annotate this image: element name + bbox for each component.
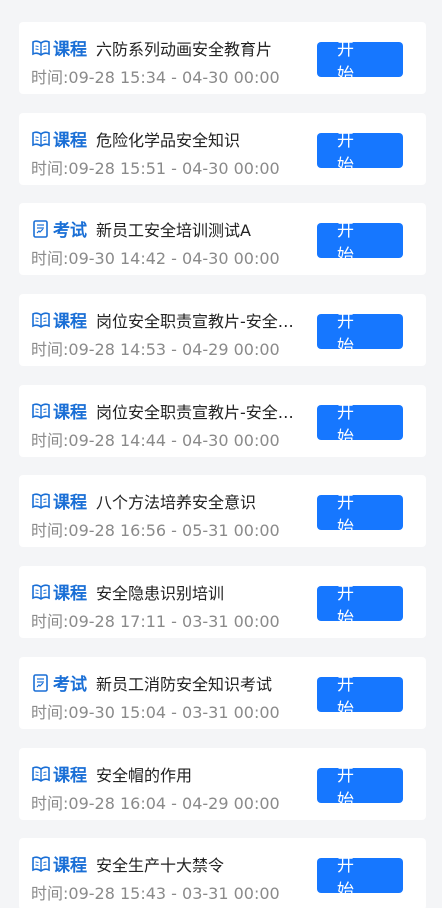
item-title: 危险化学品安全知识 — [96, 130, 241, 150]
item-time: 时间:09-30 14:42 - 04-30 00:00 — [31, 249, 280, 268]
start-button[interactable]: 开 始 — [317, 584, 403, 629]
list-item[interactable]: 课程 安全生产十大禁令时间:09-28 15:43 - 03-31 00:00 开 … — [19, 838, 426, 908]
start-button[interactable]: 开 始 — [317, 221, 403, 266]
item-type-label: 课程 — [53, 403, 87, 423]
start-button[interactable]: 开 始 — [317, 493, 403, 538]
item-type-label: 课程 — [53, 40, 87, 60]
item-title: 岗位安全职责宣教片-安全… — [96, 402, 294, 422]
open-book-icon — [31, 765, 51, 783]
open-book-icon — [31, 402, 51, 420]
item-header: 课程 安全帽的作用 — [31, 761, 192, 786]
item-title: 安全隐患识别培训 — [96, 583, 225, 603]
list-item[interactable]: 课程 岗位安全职责宣教片-安全… 时间:09-28 14:53 - 04-29 00… — [19, 294, 426, 366]
start-button[interactable]: 开 始 — [317, 675, 403, 720]
item-header: 课程 岗位安全职责宣教片-安全… — [31, 307, 294, 332]
item-header: 课程 安全生产十大禁令 — [31, 851, 224, 876]
item-header: 课程 岗位安全职责宣教片-安全… — [31, 398, 294, 423]
start-button[interactable]: 开 始 — [317, 312, 403, 357]
item-title: 安全帽的作用 — [96, 765, 193, 785]
start-button[interactable]: 开 始 — [317, 403, 403, 448]
item-time: 时间:09-28 16:56 - 05-31 00:00 — [31, 521, 280, 540]
list-item[interactable]: 课程 安全隐患识别培训时间:09-28 17:11 - 03-31 00:00 开 … — [19, 566, 426, 638]
item-time: 时间:09-28 15:34 - 04-30 00:00 — [31, 68, 280, 87]
item-type-label: 课程 — [53, 766, 87, 786]
item-type-label: 课程 — [53, 856, 87, 876]
item-title: 八个方法培养安全意识 — [96, 492, 257, 512]
open-book-icon — [31, 39, 51, 57]
item-header: 课程 危险化学品安全知识 — [31, 126, 240, 151]
start-button[interactable]: 开 始 — [317, 131, 403, 176]
item-type-label: 考试 — [53, 675, 87, 695]
open-book-icon — [31, 492, 51, 510]
list-item[interactable]: 课程 安全帽的作用时间:09-28 16:04 - 04-29 00:00 开 始 — [19, 748, 426, 820]
item-time: 时间:09-28 15:43 - 03-31 00:00 — [31, 884, 280, 903]
item-type-label: 课程 — [53, 584, 87, 604]
item-header: 考试 新员工消防安全知识考试 — [31, 670, 272, 695]
list-item[interactable]: 课程 岗位安全职责宣教片-安全… 时间:09-28 14:44 - 04-30 00… — [19, 385, 426, 457]
item-header: 课程 八个方法培养安全意识 — [31, 488, 256, 513]
open-book-icon — [31, 583, 51, 601]
item-type-label: 课程 — [53, 493, 87, 513]
item-time: 时间:09-28 14:53 - 04-29 00:00 — [31, 340, 280, 359]
item-title: 安全生产十大禁令 — [96, 855, 225, 875]
item-header: 课程 安全隐患识别培训 — [31, 579, 224, 604]
item-time: 时间:09-28 16:04 - 04-29 00:00 — [31, 794, 280, 813]
list-item[interactable]: 考试 新员工安全培训测试A 时间:09-30 14:42 - 04-30 00:00… — [19, 203, 426, 275]
list-item[interactable]: 考试 新员工消防安全知识考试时间:09-30 15:04 - 03-31 00:0… — [19, 657, 426, 729]
open-book-icon — [31, 855, 51, 873]
item-time: 时间:09-28 14:44 - 04-30 00:00 — [31, 431, 280, 450]
exam-paper-icon — [31, 673, 51, 692]
exam-paper-icon — [31, 219, 51, 238]
item-time: 时间:09-28 15:51 - 04-30 00:00 — [31, 159, 280, 178]
list-item[interactable]: 课程 六防系列动画安全教育片时间:09-28 15:34 - 04-30 00:0… — [19, 22, 426, 94]
item-title: 新员工消防安全知识考试 — [96, 674, 273, 694]
list-item[interactable]: 课程 危险化学品安全知识时间:09-28 15:51 - 04-30 00:00 开… — [19, 113, 426, 185]
open-book-icon — [31, 130, 51, 148]
open-book-icon — [31, 311, 51, 329]
start-button[interactable]: 开 始 — [317, 40, 403, 85]
start-button[interactable]: 开 始 — [317, 856, 403, 901]
item-title: 岗位安全职责宣教片-安全… — [96, 311, 294, 331]
item-type-label: 课程 — [53, 131, 87, 151]
item-title: 六防系列动画安全教育片 — [96, 39, 273, 59]
item-type-label: 课程 — [53, 312, 87, 332]
item-title: 新员工安全培训测试A — [96, 220, 251, 240]
list-item[interactable]: 课程 八个方法培养安全意识时间:09-28 16:56 - 05-31 00:00… — [19, 475, 426, 547]
item-time: 时间:09-28 17:11 - 03-31 00:00 — [31, 612, 280, 631]
start-button[interactable]: 开 始 — [317, 766, 403, 811]
item-header: 课程 六防系列动画安全教育片 — [31, 35, 272, 60]
item-time: 时间:09-30 15:04 - 03-31 00:00 — [31, 703, 280, 722]
item-type-label: 考试 — [53, 221, 87, 241]
item-header: 考试 新员工安全培训测试A — [31, 216, 251, 241]
